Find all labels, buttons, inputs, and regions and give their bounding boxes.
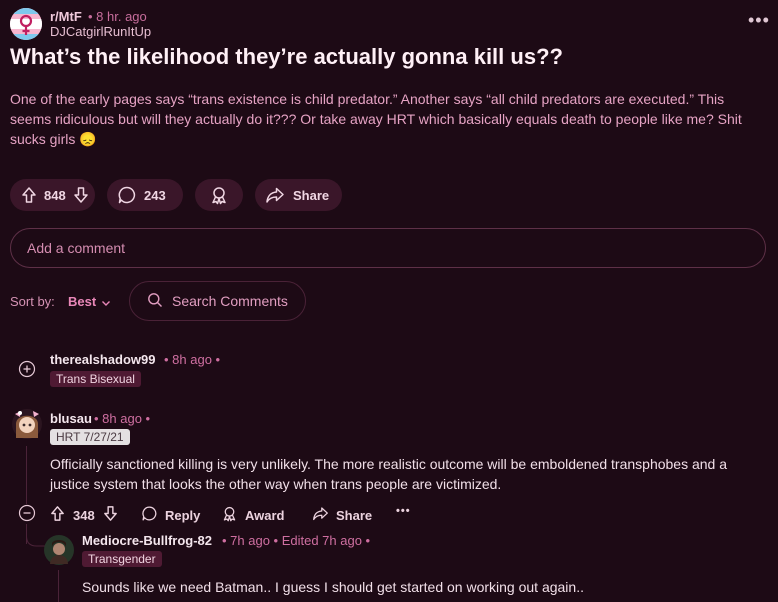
post-more-button[interactable]: ••• (748, 10, 770, 31)
comment-meta: • 8h ago • (164, 352, 221, 367)
avatar[interactable] (12, 408, 42, 440)
comment-body: Sounds like we need Batman.. I guess I s… (82, 579, 584, 595)
add-comment-input[interactable]: Add a comment (10, 228, 766, 268)
post-title: What’s the likelihood they’re actually g… (10, 44, 563, 69)
reply-label: Reply (165, 507, 201, 523)
subreddit-avatar[interactable] (10, 8, 42, 40)
add-comment-placeholder: Add a comment (27, 240, 126, 256)
expand-icon[interactable] (18, 360, 36, 383)
comment-icon (141, 505, 158, 525)
comment-meta: • 8h ago • (94, 411, 151, 426)
share-icon (265, 185, 285, 205)
comment-vote-bar: 348 (49, 505, 119, 525)
award-icon (209, 185, 229, 205)
comment-more-button[interactable]: ••• (396, 505, 411, 517)
user-flair: Trans Bisexual (50, 371, 141, 387)
comment-icon (117, 185, 137, 205)
downvote-icon[interactable] (72, 186, 90, 204)
comment-vote-count: 348 (73, 507, 95, 523)
thread-line[interactable] (26, 446, 27, 504)
share-icon (312, 505, 329, 525)
search-icon (147, 292, 163, 311)
comments-button[interactable]: 243 (107, 179, 183, 211)
share-button[interactable]: Share (312, 505, 372, 525)
user-flair: HRT 7/27/21 (50, 429, 130, 445)
post-body: One of the early pages says “trans exist… (10, 91, 742, 147)
vote-bar: 848 (10, 179, 95, 211)
vote-count: 848 (44, 187, 66, 203)
user-flair: Transgender (82, 551, 162, 567)
sort-dropdown[interactable]: Best (68, 294, 96, 309)
share-label: Share (336, 507, 373, 523)
search-placeholder: Search Comments (172, 293, 288, 309)
award-button[interactable] (195, 179, 243, 211)
post-time: • 8 hr. ago (88, 9, 147, 24)
comment-count: 243 (144, 187, 166, 203)
award-button[interactable]: Award (221, 505, 285, 525)
search-comments-input[interactable]: Search Comments (129, 281, 306, 321)
comment-meta: • 7h ago • Edited 7h ago • (222, 533, 371, 548)
upvote-icon[interactable] (20, 186, 38, 204)
comment-username[interactable]: Mediocre-Bullfrog-82 (82, 533, 212, 548)
reply-button[interactable]: Reply (141, 505, 200, 525)
subreddit-name[interactable]: r/MtF (50, 9, 82, 24)
comment-body: Officially sanctioned killing is very un… (50, 456, 728, 492)
thread-line[interactable] (58, 570, 59, 602)
share-label: Share (293, 187, 330, 203)
award-label: Award (245, 507, 285, 523)
comment-username[interactable]: therealshadow99 (50, 352, 156, 367)
award-icon (221, 505, 238, 525)
share-button[interactable]: Share (255, 179, 342, 211)
comment-username[interactable]: blusau (50, 411, 92, 426)
sort-label: Sort by: (10, 294, 55, 309)
downvote-icon[interactable] (102, 505, 119, 525)
trans-symbol-icon (10, 8, 42, 40)
avatar[interactable] (44, 534, 74, 566)
post-author[interactable]: DJCatgirlRunItUp (50, 24, 151, 39)
upvote-icon[interactable] (49, 505, 66, 525)
chevron-down-icon[interactable] (100, 296, 112, 314)
